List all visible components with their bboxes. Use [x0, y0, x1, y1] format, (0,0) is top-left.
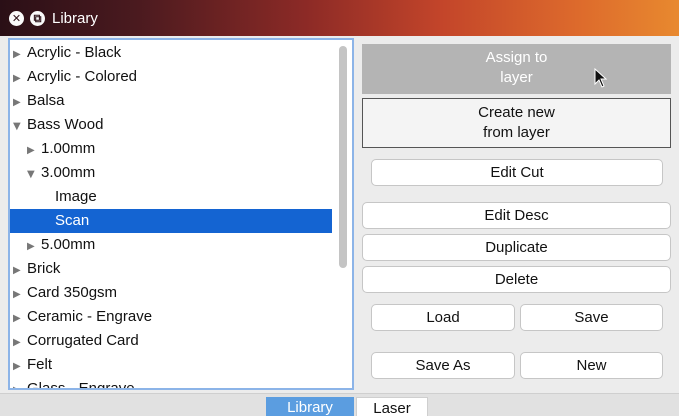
tree-row[interactable]: ▶ 1.00mm: [10, 137, 332, 161]
tree-row-label: Brick: [27, 260, 61, 277]
tree-row-label: 5.00mm: [41, 236, 96, 253]
tree-row[interactable]: ▶Glass - Engrave: [10, 377, 332, 390]
tree-row-label: Balsa: [27, 92, 65, 109]
tree-row[interactable]: ▼ Bass Wood: [10, 113, 332, 137]
tree-row[interactable]: ▶ 5.00mm: [10, 233, 332, 257]
tree-row-label: Image: [55, 188, 97, 205]
edit-desc-button[interactable]: Edit Desc: [362, 202, 671, 229]
assign-to-layer-button[interactable]: Assign to layer: [362, 44, 671, 94]
tree-row-label: Corrugated Card: [27, 332, 139, 349]
close-icon[interactable]: ✕: [9, 10, 24, 26]
tree-scrollbar[interactable]: [339, 46, 347, 268]
tree-row-label: Acrylic - Colored: [27, 68, 138, 85]
expanded-arrow-icon[interactable]: ▼: [27, 163, 41, 187]
collapsed-arrow-icon[interactable]: ▶: [13, 379, 27, 388]
new-button[interactable]: New: [520, 352, 663, 379]
window-title: Library: [52, 9, 98, 27]
collapsed-arrow-icon[interactable]: ▶: [13, 283, 27, 307]
mouse-cursor-icon: [594, 68, 608, 88]
edit-cut-button[interactable]: Edit Cut: [371, 159, 663, 186]
create-label-line1: Create new: [478, 104, 555, 121]
duplicate-button[interactable]: Duplicate: [362, 234, 671, 261]
tree-row[interactable]: ▼ 3.00mm: [10, 161, 332, 185]
collapsed-arrow-icon[interactable]: ▶: [13, 91, 27, 115]
tree-row[interactable]: ▶ Ceramic - Engrave: [10, 305, 332, 329]
tree-row[interactable]: ▶ Acrylic - Black: [10, 41, 332, 65]
tree-row[interactable]: ▶ Felt: [10, 353, 332, 377]
collapsed-arrow-icon[interactable]: ▶: [13, 67, 27, 91]
assign-label-line1: Assign to: [485, 49, 548, 66]
tree-row-selected[interactable]: Scan: [10, 209, 332, 233]
window-titlebar: ✕ ⧉ Library: [0, 0, 679, 36]
tree-row-label: Glass - Engrave: [27, 380, 135, 390]
library-tree[interactable]: ▶Glass - Engrave▶Felt▶Corrugated Card▶Ce…: [8, 38, 354, 390]
save-as-button[interactable]: Save As: [371, 352, 515, 379]
collapsed-arrow-icon[interactable]: ▶: [27, 139, 41, 163]
tree-row[interactable]: ▶ Balsa: [10, 89, 332, 113]
tree-row-label: Ceramic - Engrave: [27, 308, 153, 325]
tree-row[interactable]: ▶ Acrylic - Colored: [10, 65, 332, 89]
tree-row-label: Card 350gsm: [27, 284, 118, 301]
tree-row-label: Felt: [27, 356, 53, 373]
tree-row[interactable]: ▶ Brick: [10, 257, 332, 281]
restore-icon[interactable]: ⧉: [30, 10, 45, 26]
collapsed-arrow-icon[interactable]: ▶: [13, 259, 27, 283]
collapsed-arrow-icon[interactable]: ▶: [27, 235, 41, 259]
tree-row[interactable]: ▶ Card 350gsm: [10, 281, 332, 305]
tree-row-label: 1.00mm: [41, 140, 96, 157]
load-button[interactable]: Load: [371, 304, 515, 331]
delete-button[interactable]: Delete: [362, 266, 671, 293]
collapsed-arrow-icon[interactable]: ▶: [13, 355, 27, 379]
tree-row-label: Acrylic - Black: [27, 44, 122, 61]
tab-laser[interactable]: Laser: [356, 397, 428, 416]
collapsed-arrow-icon[interactable]: ▶: [13, 307, 27, 331]
save-button[interactable]: Save: [520, 304, 663, 331]
create-label-line2: from layer: [483, 124, 550, 141]
collapsed-arrow-icon[interactable]: ▶: [13, 43, 27, 67]
tab-library[interactable]: Library: [266, 397, 354, 416]
bottom-tab-bar: Library Laser: [0, 393, 679, 416]
assign-label-line2: layer: [500, 69, 533, 86]
create-from-layer-button[interactable]: Create new from layer: [362, 98, 671, 148]
tree-row-label: Scan: [55, 212, 90, 229]
expanded-arrow-icon[interactable]: ▼: [13, 115, 27, 139]
tree-row[interactable]: ▶ Corrugated Card: [10, 329, 332, 353]
tree-row-label: 3.00mm: [41, 164, 96, 181]
tree-row[interactable]: Image: [10, 185, 332, 209]
collapsed-arrow-icon[interactable]: ▶: [13, 331, 27, 355]
tree-row-label: Bass Wood: [27, 116, 104, 133]
